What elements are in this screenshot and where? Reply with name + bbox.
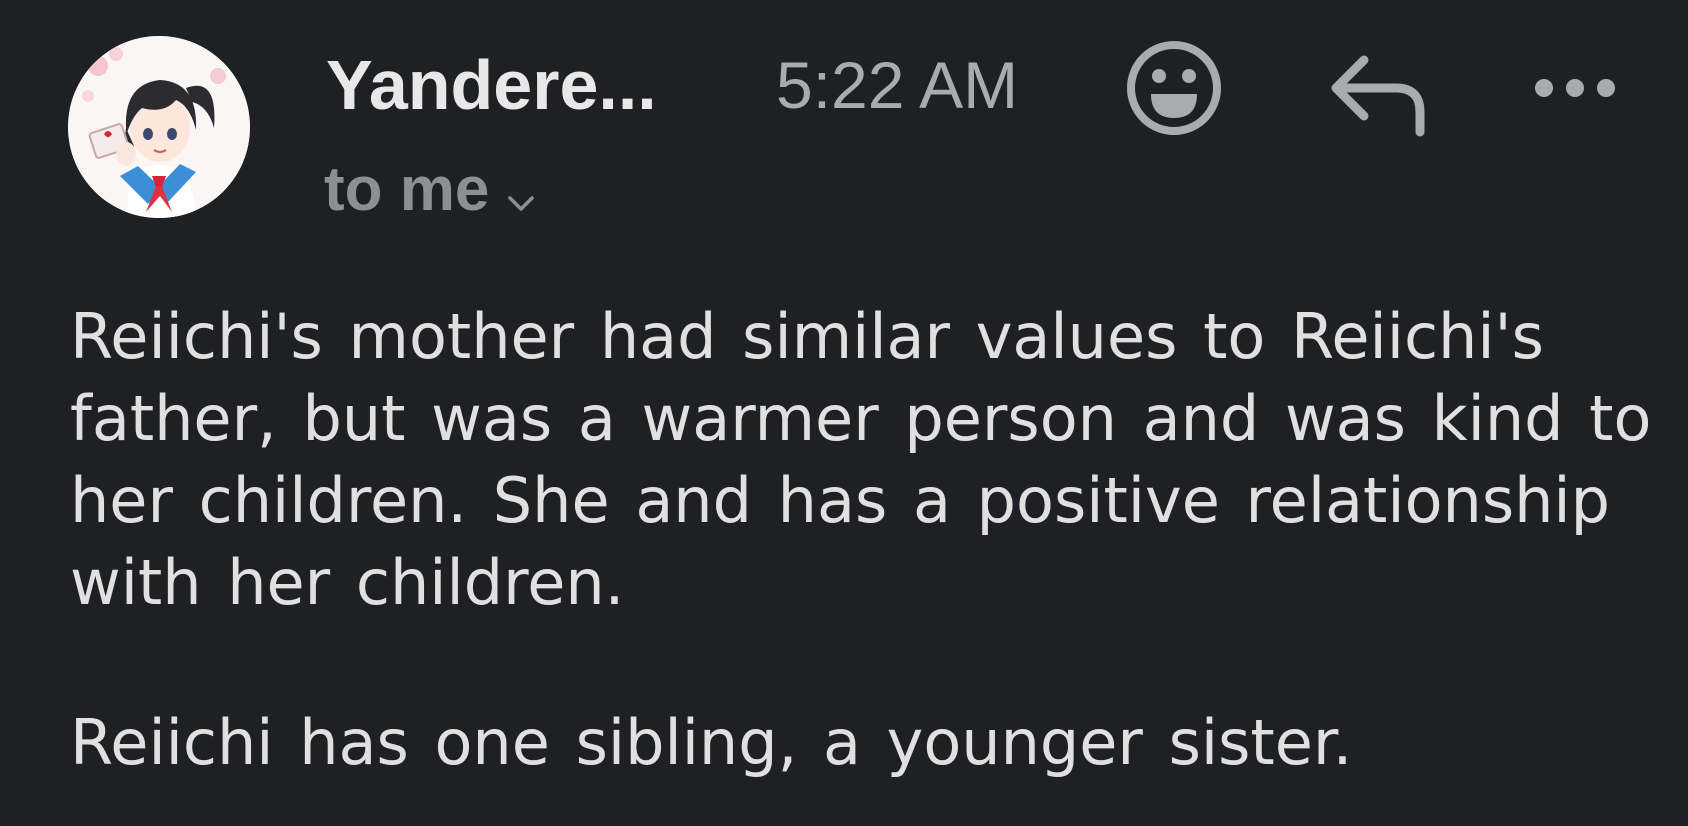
smiley-face-icon — [1127, 41, 1221, 135]
more-horizontal-icon — [1535, 79, 1615, 97]
email-body-paragraph: Reiichi's mother had similar values to R… — [70, 300, 1652, 619]
reply-arrow-icon — [1331, 55, 1425, 137]
avatar-image — [68, 36, 250, 218]
reply-button[interactable] — [1326, 48, 1430, 138]
sender-name[interactable]: Yandere... — [326, 40, 657, 130]
more-options-button[interactable] — [1530, 64, 1620, 112]
email-body-paragraph: Reiichi has one sibling, a younger siste… — [70, 706, 1353, 779]
sender-avatar[interactable] — [68, 36, 250, 218]
email-body: Reiichi's mother had similar values to R… — [70, 296, 1670, 784]
chevron-down-icon — [507, 148, 535, 238]
add-reaction-button[interactable] — [1124, 38, 1224, 138]
recipient-label: to me — [324, 155, 490, 224]
recipient-details-toggle[interactable]: to me — [324, 142, 535, 238]
email-timestamp: 5:22 AM — [776, 48, 1019, 122]
